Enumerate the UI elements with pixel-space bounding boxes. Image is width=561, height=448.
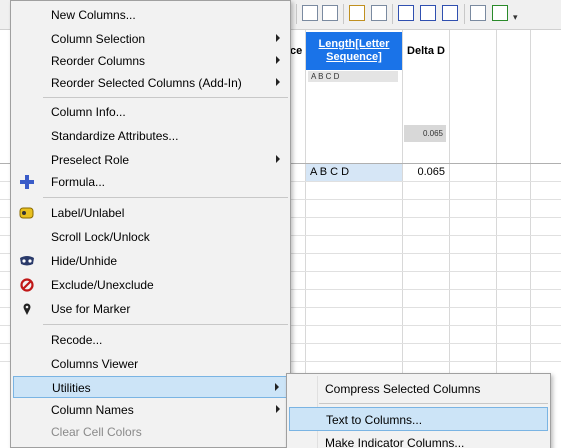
toolbar-separator: [464, 4, 465, 24]
menu-item-column-names[interactable]: Column Names: [13, 399, 288, 421]
search-rows-icon[interactable]: [371, 5, 387, 21]
submenu-arrow-icon: [276, 405, 280, 413]
submenu-arrow-icon: [276, 78, 280, 86]
submenu-arrow-icon: [275, 383, 279, 391]
cell-delta-row1[interactable]: 0.065: [403, 164, 449, 181]
menu-separator: [43, 324, 288, 325]
submenu-arrow-icon: [276, 155, 280, 163]
menu-item-clear-cell-colors: Clear Cell Colors: [51, 425, 142, 439]
cell-length-row1[interactable]: A B C D: [306, 164, 402, 181]
menu-item-formula[interactable]: Formula...: [13, 171, 288, 193]
column-header-delta-d[interactable]: Delta D: [403, 32, 449, 70]
hide-mask-icon: [19, 253, 35, 269]
menu-item-new-columns[interactable]: New Columns...: [13, 4, 288, 26]
label-tag-icon: [19, 205, 35, 221]
menu-item-column-info[interactable]: Column Info...: [13, 101, 288, 123]
menu-separator: [43, 97, 288, 98]
menu-item-columns-viewer[interactable]: Columns Viewer: [13, 353, 288, 375]
menu-item-recode[interactable]: Recode...: [13, 329, 288, 351]
toolbar-overflow-chevron-icon[interactable]: ▾: [513, 12, 518, 23]
submenu-item-make-indicator-columns[interactable]: Make Indicator Columns...: [289, 431, 548, 448]
menu-item-standardize-attributes[interactable]: Standardize Attributes...: [13, 125, 288, 147]
stack-icon[interactable]: [442, 5, 458, 21]
column-preview-length: A B C D: [308, 71, 398, 82]
toolbar-separator: [343, 4, 344, 24]
join-icon[interactable]: [420, 5, 436, 21]
sort-icon[interactable]: [398, 5, 414, 21]
submenu-arrow-icon: [276, 34, 280, 42]
table-icon[interactable]: [302, 5, 318, 21]
run-script-icon[interactable]: [492, 5, 508, 21]
select-icon[interactable]: [349, 5, 365, 21]
submenu-item-compress-selected-columns[interactable]: Compress Selected Columns: [289, 377, 548, 401]
menu-item-reorder-selected-columns[interactable]: Reorder Selected Columns (Add-In): [13, 72, 288, 94]
menu-item-reorder-columns[interactable]: Reorder Columns: [13, 50, 288, 72]
grid-icon[interactable]: [322, 5, 338, 21]
column-header-length-letter-sequence[interactable]: Length[Letter Sequence]: [306, 32, 402, 70]
toolbar-separator: [392, 4, 393, 24]
calculator-icon[interactable]: [470, 5, 486, 21]
marker-pin-icon: [19, 301, 35, 317]
menu-item-utilities[interactable]: Utilities: [13, 376, 288, 398]
column-context-menu: New Columns... Column Selection Reorder …: [10, 0, 291, 448]
menu-item-use-for-marker[interactable]: Use for Marker: [13, 298, 288, 320]
plus-icon: [19, 174, 35, 190]
exclude-icon: [19, 277, 35, 293]
column-header-truncated[interactable]: ce: [290, 32, 304, 70]
utilities-submenu: Compress Selected Columns Text to Column…: [286, 373, 551, 448]
toolbar-separator: [296, 4, 297, 24]
menu-item-hide-unhide[interactable]: Hide/Unhide: [13, 250, 288, 272]
menu-item-label-unlabel[interactable]: Label/Unlabel: [13, 202, 288, 224]
menu-item-exclude-unexclude[interactable]: Exclude/Unexclude: [13, 274, 288, 296]
column-preview-delta: 0.065: [404, 125, 446, 142]
menu-item-preselect-role[interactable]: Preselect Role: [13, 149, 288, 171]
menu-separator: [43, 197, 288, 198]
menu-item-scroll-lock[interactable]: Scroll Lock/Unlock: [13, 226, 288, 248]
submenu-arrow-icon: [276, 56, 280, 64]
submenu-item-text-to-columns[interactable]: Text to Columns...: [289, 407, 548, 431]
submenu-separator: [319, 403, 548, 404]
menu-item-column-selection[interactable]: Column Selection: [13, 28, 288, 50]
